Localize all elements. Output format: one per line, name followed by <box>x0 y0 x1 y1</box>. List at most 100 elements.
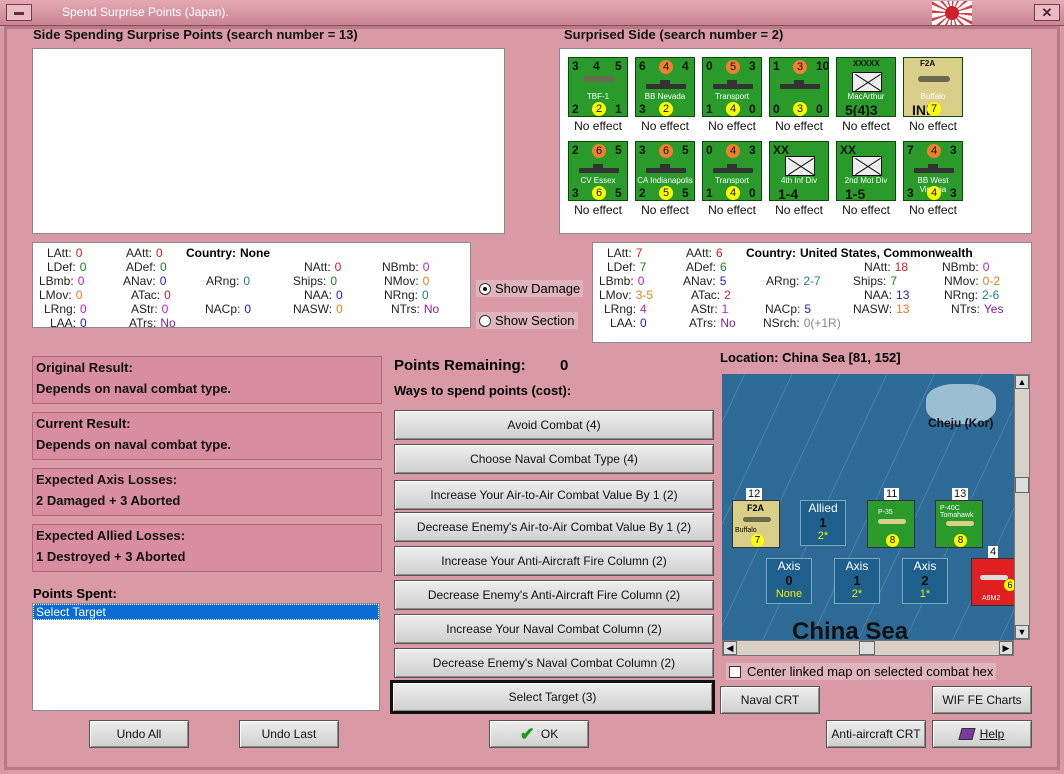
stat-item: NAA: 0 <box>304 288 343 302</box>
counter-bottom-value: 6 <box>592 186 606 200</box>
ok-button[interactable]: ✔ OK <box>489 720 589 748</box>
stat-key: NASW: <box>853 302 893 316</box>
surprised-counter[interactable]: XX 2nd Mot Div 1-5 <box>836 141 896 201</box>
right-header: Surprised Side (search number = 2) <box>564 27 784 42</box>
scroll-left-icon[interactable]: ◀ <box>723 641 737 655</box>
stat-key: NAA: <box>304 288 333 302</box>
counter-result: No effect <box>909 119 957 133</box>
spend-option-button[interactable]: Decrease Enemy's Air-to-Air Combat Value… <box>394 512 714 542</box>
allied-box[interactable]: Allied 1 2* <box>800 500 846 546</box>
minimize-button[interactable] <box>6 4 32 21</box>
map-vertical-scrollbar[interactable]: ▲ ▼ <box>1014 374 1030 640</box>
stat-value: 1 <box>721 302 729 316</box>
spend-option-button[interactable]: Decrease Enemy's Anti-Aircraft Fire Colu… <box>394 580 714 610</box>
axis-box-0[interactable]: Axis 0 None <box>766 558 812 604</box>
stat-item: LBmb: 0 <box>39 274 84 288</box>
counter-bottom-value: 7 <box>927 102 941 116</box>
counter-bottom-value: 5 <box>682 186 689 200</box>
counter-top-value: 6 <box>639 59 646 73</box>
ok-label: OK <box>540 727 559 741</box>
scroll-thumb[interactable] <box>859 641 875 655</box>
stat-key: LAtt: <box>607 246 632 260</box>
spend-option-button[interactable]: Increase Your Naval Combat Column (2) <box>394 614 714 644</box>
stat-item: NTrs: Yes <box>951 302 1003 316</box>
center-linked-label: Center linked map on selected combat hex <box>747 664 994 679</box>
scroll-thumb[interactable] <box>1015 477 1029 493</box>
axis-box-2[interactable]: Axis 2 1* <box>902 558 948 604</box>
surprised-counter[interactable]: 3 6 5 CA Indianapolis 2 5 5 <box>635 141 695 201</box>
surprised-counter[interactable]: 6 4 4 BB Nevada 3 2 <box>635 57 695 117</box>
counter-bottom-value: 0 <box>773 102 780 116</box>
map-counter-buffalo[interactable]: F2A Buffalo 7 <box>732 500 780 548</box>
stat-value: 13 <box>896 302 910 316</box>
points-spent-item[interactable]: Select Target <box>33 604 379 620</box>
ship-icon <box>780 80 820 89</box>
spend-option-button[interactable]: Avoid Combat (4) <box>394 410 714 440</box>
counter-result: No effect <box>641 119 689 133</box>
points-spent-label: Points Spent: <box>33 586 117 601</box>
stat-item: NACp: 0 <box>205 302 251 316</box>
counter-bottom-value: 5 <box>615 186 622 200</box>
counter-top-value: F2A <box>920 59 936 68</box>
stat-key: LAA: <box>50 316 77 330</box>
surprised-counter[interactable]: F2A Buffalo IND 7 <box>903 57 963 117</box>
stat-item: NRng: 2-6 <box>944 288 999 302</box>
map-horizontal-scrollbar[interactable]: ◀ ▶ <box>722 640 1014 656</box>
show-section-radio[interactable]: Show Section <box>476 312 578 329</box>
counter-result: No effect <box>842 203 890 217</box>
mini-map[interactable]: Cheju (Kor) 12 11 13 4 F2A Buffalo 7 P-3… <box>722 374 1014 640</box>
counter-bottom-value: 2 <box>659 102 673 116</box>
surprised-counter[interactable]: 3 4 5 TBF-1 2 2 1 <box>568 57 628 117</box>
stat-key: LRng: <box>604 302 637 316</box>
spend-option-button[interactable]: Increase Your Anti-Aircraft Fire Column … <box>394 546 714 576</box>
scroll-down-icon[interactable]: ▼ <box>1015 625 1029 639</box>
stat-value: No <box>423 302 440 316</box>
surprised-counter[interactable]: 743BB West Virginia343 <box>903 141 963 201</box>
center-linked-checkbox[interactable]: Center linked map on selected combat hex <box>726 663 997 680</box>
spend-option-button[interactable]: Choose Naval Combat Type (4) <box>394 444 714 474</box>
spend-option-button[interactable]: Increase Your Air-to-Air Combat Value By… <box>394 480 714 510</box>
stat-item: ATac: 0 <box>131 288 171 302</box>
scroll-up-icon[interactable]: ▲ <box>1015 375 1029 389</box>
original-result-label: Original Result: <box>36 360 133 375</box>
scroll-right-icon[interactable]: ▶ <box>999 641 1013 655</box>
counter-bottom-value: 0 <box>749 102 756 116</box>
help-button[interactable]: Help <box>932 720 1032 748</box>
stat-item: ATrs: No <box>129 316 176 330</box>
stat-value: No <box>160 316 176 330</box>
spend-option-button[interactable]: Select Target (3) <box>390 680 715 714</box>
stat-value: 0 <box>422 274 430 288</box>
stat-item: NAtt: 0 <box>304 260 341 274</box>
naval-crt-button[interactable]: Naval CRT <box>720 686 820 714</box>
surprised-units-panel[interactable]: 3 4 5 TBF-1 2 2 1 No effect 6 4 4 BB Nevada 3 2 No eff… <box>559 48 1032 234</box>
surprised-counter[interactable]: 1 3 10 0 3 0 <box>769 57 829 117</box>
aa-crt-button[interactable]: Anti-aircraft CRT <box>826 720 926 748</box>
surprised-counter[interactable]: XXXXX MacArthur 5(4)3 <box>836 57 896 117</box>
undo-all-button[interactable]: Undo All <box>89 720 189 748</box>
surprised-counter[interactable]: 2 6 5 CV Essex 3 6 5 <box>568 141 628 201</box>
stat-value: 0 <box>243 274 251 288</box>
close-button[interactable]: ✕ <box>1034 4 1060 21</box>
surprised-counter[interactable]: 0 5 3 Transport 1 4 0 <box>702 57 762 117</box>
radio-unchecked-icon <box>479 314 491 327</box>
surprised-counter[interactable]: 0 4 3 Transport 1 4 0 <box>702 141 762 201</box>
show-damage-label: Show Damage <box>495 281 581 296</box>
map-counter-p35[interactable]: P-35 8 <box>867 500 915 548</box>
spend-option-button[interactable]: Decrease Enemy's Naval Combat Column (2) <box>394 648 714 678</box>
show-damage-radio[interactable]: Show Damage <box>476 280 584 297</box>
surprised-counter[interactable]: XX 4th Inf Div 1-4 <box>769 141 829 201</box>
points-spent-list[interactable]: Select Target <box>32 603 380 711</box>
map-counter-a6m2[interactable]: A6M2 6 <box>971 558 1014 606</box>
current-result-box: Current Result: Depends on naval combat … <box>32 412 382 460</box>
counter-name: 2nd Mot Div <box>844 176 888 185</box>
spending-units-panel[interactable] <box>32 48 505 234</box>
stat-value: 5 <box>719 274 727 288</box>
undo-last-button[interactable]: Undo Last <box>239 720 339 748</box>
map-counter-p40c[interactable]: P-40C Tomahawk 8 <box>935 500 983 548</box>
counter-name: Transport <box>715 176 749 185</box>
stat-item: NASW: 0 <box>293 302 343 316</box>
axis-box-1[interactable]: Axis 1 2* <box>834 558 880 604</box>
counter-result: No effect <box>641 203 689 217</box>
wif-charts-button[interactable]: WIF FE Charts <box>932 686 1032 714</box>
stat-item: LRng: 0 <box>44 302 87 316</box>
